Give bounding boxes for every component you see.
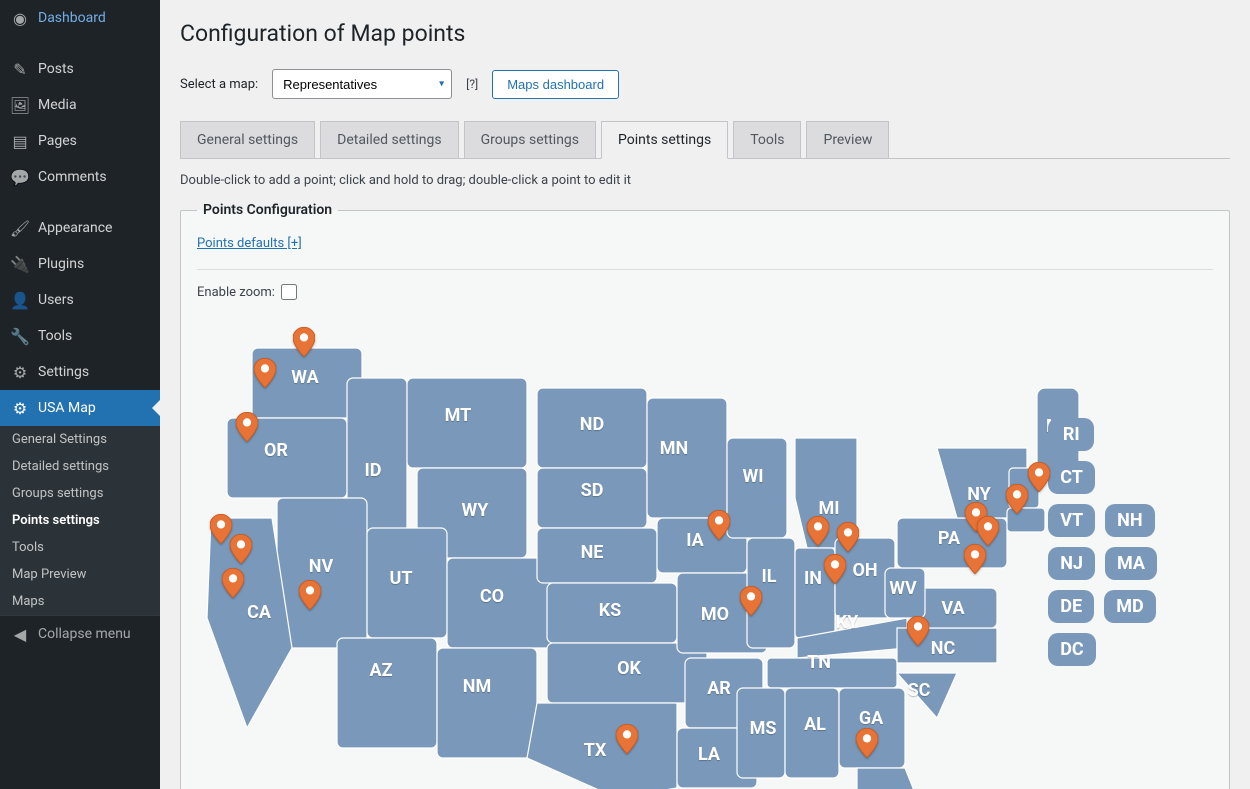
sidebar-item-label: USA Map [38,400,96,416]
state-pill-ct[interactable]: CT [1048,461,1095,494]
sidebar-item-label: Users [38,292,74,308]
points-config-fieldset: Points Configuration Points defaults [+]… [180,202,1230,789]
sidebar-item-label: Dashboard [38,10,106,26]
sub-maps[interactable]: Maps [0,588,160,615]
map-pin[interactable] [230,534,252,564]
map-pin[interactable] [824,554,846,584]
sub-general-settings[interactable]: General Settings [0,426,160,453]
instruction-text: Double-click to add a point; click and h… [180,173,1230,188]
map-pin[interactable] [740,586,762,616]
sidebar-item-label: Appearance [38,220,112,236]
tabs: General settingsDetailed settingsGroups … [180,121,1230,159]
map-pin[interactable] [708,510,730,540]
sidebar-item-label: Settings [38,364,89,380]
sidebar-item-appearance[interactable]: 🖌 Appearance [0,210,160,246]
dashboard-icon: ◉ [10,8,30,28]
enable-zoom-checkbox[interactable] [281,284,297,300]
map-pin[interactable] [964,544,986,574]
map-pin[interactable] [210,514,232,544]
collapse-menu[interactable]: ◀ Collapse menu [0,615,160,652]
state-pill-nh[interactable]: NH [1105,504,1154,537]
sub-points-settings[interactable]: Points settings [0,507,160,534]
map-pin[interactable] [1006,484,1028,514]
small-states-labels: RI CT VT NH NJ MA DE MD DC [1048,418,1157,666]
map-pin[interactable] [837,522,859,552]
sub-map-preview[interactable]: Map Preview [0,561,160,588]
tab-points-settings[interactable]: Points settings [601,121,728,159]
map-pin[interactable] [616,724,638,754]
tools-icon: 🔧 [10,326,30,346]
sub-groups-settings[interactable]: Groups settings [0,480,160,507]
sidebar-item-label: Media [38,97,77,113]
sidebar-item-media[interactable]: 🖼 Media [0,87,160,123]
map-pin[interactable] [807,516,829,546]
map-pin[interactable] [293,327,315,357]
sidebar-item-label: Posts [38,61,74,77]
map-pin[interactable] [1028,462,1050,492]
usa-map[interactable]: WAORIDMTWYNVUTCAAZCONMNDSDNEKSOKTXMNIAMO… [197,318,1157,789]
sub-detailed-settings[interactable]: Detailed settings [0,453,160,480]
tab-preview[interactable]: Preview [806,121,889,158]
sidebar-item-settings[interactable]: ⚙ Settings [0,354,160,390]
collapse-icon: ◀ [10,624,30,644]
media-icon: 🖼 [10,95,30,115]
settings-icon: ⚙ [10,362,30,382]
state-pill-ma[interactable]: MA [1105,547,1157,580]
toolbar: Select a map: Representatives ▾ [?] Maps… [180,69,1230,99]
state-pill-nj[interactable]: NJ [1048,547,1095,580]
pages-icon: ▤ [10,131,30,151]
plugins-icon: 🔌 [10,254,30,274]
fieldset-legend: Points Configuration [197,202,338,218]
gear-icon: ⚙ [10,398,30,418]
select-map-label: Select a map: [180,77,258,92]
sub-tools[interactable]: Tools [0,534,160,561]
enable-zoom-label: Enable zoom: [197,285,275,300]
collapse-label: Collapse menu [38,626,131,642]
sidebar-item-pages[interactable]: ▤ Pages [0,123,160,159]
map-pin[interactable] [222,568,244,598]
sidebar-item-label: Comments [38,169,107,185]
map-pin[interactable] [907,616,929,646]
state-pill-de[interactable]: DE [1048,590,1094,623]
sidebar-item-dashboard[interactable]: ◉ Dashboard [0,0,160,36]
map-pin[interactable] [977,516,999,546]
tab-tools[interactable]: Tools [733,121,801,158]
state-pill-md[interactable]: MD [1104,590,1155,623]
comments-icon: 💬 [10,167,30,187]
map-select[interactable]: Representatives [272,69,452,99]
sidebar-item-tools[interactable]: 🔧 Tools [0,318,160,354]
tab-general-settings[interactable]: General settings [180,121,315,158]
maps-dashboard-button[interactable]: Maps dashboard [492,70,619,99]
sidebar-item-label: Tools [38,328,72,344]
points-defaults-link[interactable]: Points defaults [+] [197,236,302,251]
appearance-icon: 🖌 [10,218,30,238]
tab-groups-settings[interactable]: Groups settings [464,121,596,158]
state-pill-vt[interactable]: VT [1048,504,1095,537]
map-pin[interactable] [254,358,276,388]
state-pill-dc[interactable]: DC [1048,633,1095,666]
help-icon[interactable]: [?] [466,77,478,91]
state-pill-ri[interactable]: RI [1048,418,1094,451]
main-content: Configuration of Map points Select a map… [160,0,1250,789]
map-pin[interactable] [299,580,321,610]
sidebar-item-users[interactable]: 👤 Users [0,282,160,318]
admin-sidebar: ◉ Dashboard ✎ Posts 🖼 Media ▤ Pages 💬 Co… [0,0,160,789]
sidebar-item-usa-map[interactable]: ⚙ USA Map [0,390,160,426]
map-pin[interactable] [856,728,878,758]
tab-detailed-settings[interactable]: Detailed settings [320,121,458,158]
pin-icon: ✎ [10,59,30,79]
users-icon: 👤 [10,290,30,310]
map-pin[interactable] [236,412,258,442]
sidebar-item-comments[interactable]: 💬 Comments [0,159,160,195]
sidebar-item-label: Pages [38,133,77,149]
sidebar-item-label: Plugins [38,256,84,272]
page-title: Configuration of Map points [180,0,1230,57]
sidebar-item-plugins[interactable]: 🔌 Plugins [0,246,160,282]
sidebar-item-posts[interactable]: ✎ Posts [0,51,160,87]
sidebar-submenu: General Settings Detailed settings Group… [0,426,160,615]
